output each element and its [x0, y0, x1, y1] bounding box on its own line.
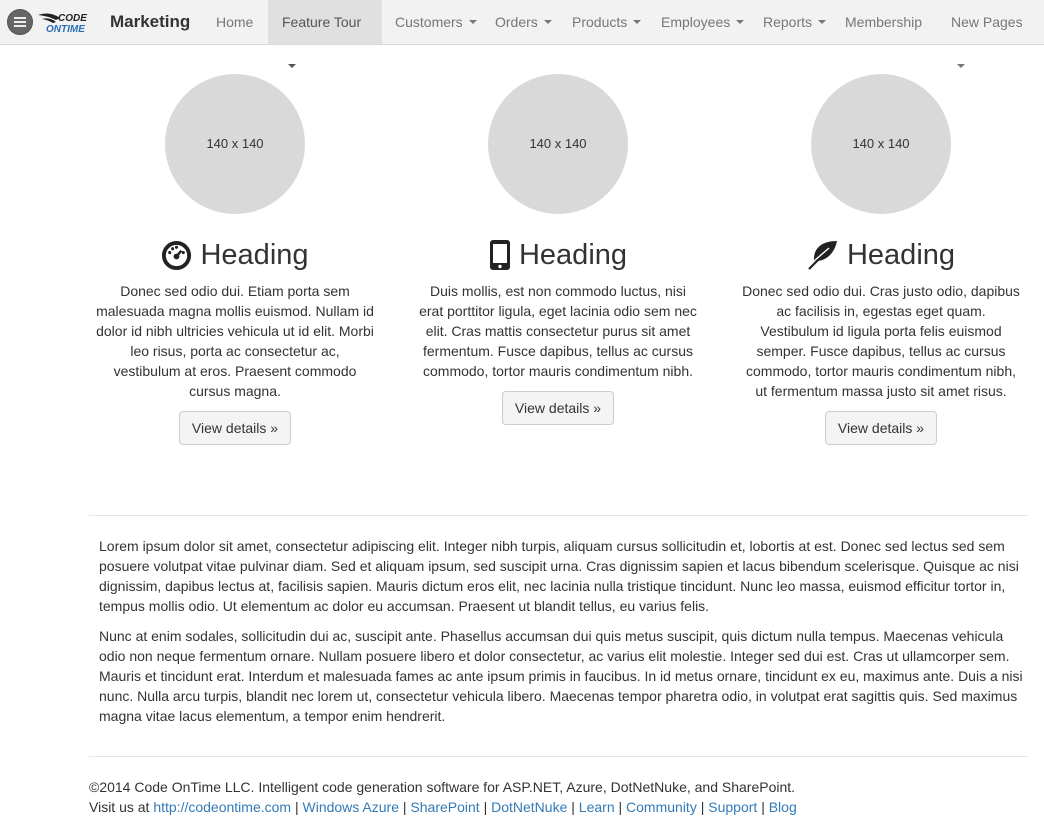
nav-products-label: Products [572, 14, 628, 30]
footer-link-sharepoint[interactable]: SharePoint [410, 799, 479, 815]
svg-text:ONTIME: ONTIME [46, 24, 85, 35]
caret-down-icon [957, 64, 965, 69]
nav-feature-tour[interactable]: Feature Tour [268, 0, 382, 69]
footer-separator: | [571, 799, 575, 815]
footer-link-blog[interactable]: Blog [769, 799, 797, 815]
feature-description: Duis mollis, est non commodo luctus, nis… [419, 283, 697, 379]
nav-reports-label: Reports [763, 14, 813, 30]
feature-column-3: 140 x 140 Heading Donec sed odio dui. Cr… [735, 74, 1027, 445]
caret-down-icon [288, 64, 296, 69]
footer-link-codeontime[interactable]: http://codeontime.com [153, 799, 291, 815]
feature-heading: Heading [735, 234, 1027, 276]
footer-links-row: Visit us at http://codeontime.com | Wind… [89, 797, 797, 817]
footer-separator: | [294, 799, 299, 815]
footer-link-learn[interactable]: Learn [579, 799, 615, 815]
nav-new-pages-label: New Pages [951, 14, 1023, 30]
view-details-button[interactable]: View details » [178, 411, 292, 445]
top-navbar: CODE ONTIME Marketing Home Feature Tour … [0, 0, 1044, 69]
page-footer: ©2014 Code OnTime LLC. Intelligent code … [89, 777, 797, 817]
caret-down-icon [818, 20, 827, 25]
placeholder-image: 140 x 140 [488, 74, 628, 214]
footer-link-support[interactable]: Support [708, 799, 757, 815]
nav-home-label: Home [216, 14, 254, 30]
feature-description: Donec sed odio dui. Etiam porta sem male… [96, 283, 374, 399]
feature-column-1: 140 x 140 Heading Donec sed odio dui. Et… [89, 74, 381, 445]
nav-employees-label: Employees [661, 14, 731, 30]
divider [89, 515, 1028, 516]
app-brand[interactable]: Marketing [110, 12, 190, 32]
heading-text: Heading [200, 238, 309, 271]
footer-separator: | [618, 799, 623, 815]
code-ontime-logo[interactable]: CODE ONTIME [36, 9, 98, 35]
footer-separator: | [700, 799, 705, 815]
heading-text: Heading [518, 238, 628, 271]
phone-icon [489, 240, 510, 270]
nav-reports[interactable]: Reports [749, 0, 840, 44]
nav-membership-label: Membership [845, 14, 923, 30]
heading-text: Heading [846, 238, 956, 271]
dashboard-icon [162, 240, 192, 270]
nav-employees[interactable]: Employees [647, 0, 758, 44]
nav-orders-label: Orders [495, 14, 538, 30]
nav-orders[interactable]: Orders [481, 0, 566, 44]
footer-separator: | [483, 799, 488, 815]
svg-text:CODE: CODE [58, 13, 87, 24]
nav-customers[interactable]: Customers [381, 0, 491, 44]
footer-separator: | [402, 799, 407, 815]
menu-icon[interactable] [7, 9, 33, 35]
caret-down-icon [468, 20, 477, 25]
placeholder-image: 140 x 140 [165, 74, 305, 214]
feature-description: Donec sed odio dui. Cras justo odio, dap… [742, 283, 1020, 399]
footer-copyright: ©2014 Code OnTime LLC. Intelligent code … [89, 779, 796, 795]
caret-down-icon [543, 20, 552, 25]
divider [89, 756, 1028, 757]
nav-home[interactable]: Home [202, 0, 267, 44]
footer-link-community[interactable]: Community [626, 799, 697, 815]
feature-column-2: 140 x 140 Heading Duis mollis, est non c… [412, 74, 704, 425]
placeholder-image: 140 x 140 [811, 74, 951, 214]
view-details-button[interactable]: View details » [501, 391, 615, 425]
nav-feature-tour-label: Feature Tour [282, 14, 362, 30]
footer-separator: | [761, 799, 765, 815]
caret-down-icon [633, 20, 642, 25]
nav-products[interactable]: Products [558, 0, 655, 44]
caret-down-icon [736, 20, 745, 25]
footer-visit-label: Visit us at [89, 799, 150, 815]
view-details-button[interactable]: View details » [824, 411, 938, 445]
feature-heading: Heading [412, 234, 704, 276]
content-paragraph-2: Nunc at enim sodales, sollicitudin dui a… [99, 628, 1023, 724]
footer-link-dotnetnuke[interactable]: DotNetNuke [491, 799, 567, 815]
nav-customers-label: Customers [395, 14, 463, 30]
nav-membership[interactable]: Membership [831, 0, 936, 44]
leaf-icon [808, 241, 837, 270]
feature-heading: Heading [89, 234, 381, 276]
footer-link-windows-azure[interactable]: Windows Azure [303, 799, 399, 815]
nav-new-pages[interactable]: New Pages [937, 0, 1044, 69]
content-paragraph-1: Lorem ipsum dolor sit amet, consectetur … [99, 538, 1019, 614]
